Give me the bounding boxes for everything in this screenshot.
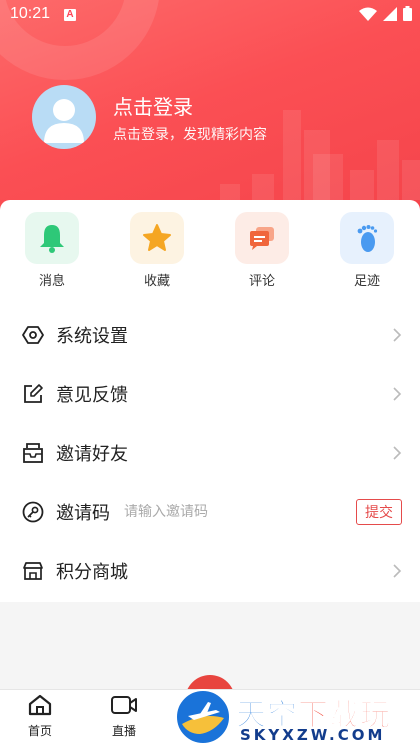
menu-item-label: 邀请码 [56, 502, 110, 524]
footprint-icon [357, 225, 378, 252]
chevron-right-icon [393, 327, 402, 342]
tab-home[interactable]: 首页 [10, 694, 70, 739]
quick-actions: 消息 收藏 评论 足迹 [0, 212, 420, 292]
quick-action-messages[interactable]: 消息 [12, 212, 92, 289]
chevron-right-icon [393, 386, 402, 401]
wifi-icon [359, 7, 377, 21]
menu-item-invite-code: 邀请码 提交 [0, 482, 420, 541]
comment-icon [250, 227, 274, 250]
quick-action-label: 收藏 [143, 274, 170, 289]
watermark-logo-icon [175, 689, 231, 745]
status-time: 10:21 [10, 5, 51, 22]
default-avatar-icon [44, 99, 84, 143]
edit-icon [24, 383, 43, 403]
chevron-right-icon [393, 563, 402, 578]
status-bar: 10:21 A [0, 0, 420, 30]
tab-live[interactable]: 直播 [94, 694, 154, 739]
quick-action-label: 评论 [248, 274, 275, 289]
menu-item-label: 意见反馈 [56, 384, 128, 406]
quick-action-label: 消息 [38, 274, 65, 289]
battery-icon [403, 6, 412, 21]
menu-item-points-mall[interactable]: 积分商城 [0, 541, 420, 600]
login-title[interactable]: 点击登录 [113, 91, 193, 120]
quick-action-footprints[interactable]: 足迹 [327, 212, 407, 289]
video-camera-icon [111, 696, 137, 714]
menu-item-settings[interactable]: 系统设置 [0, 305, 420, 364]
hexagon-settings-icon [22, 325, 44, 344]
tab-label: 首页 [27, 724, 52, 738]
submit-button[interactable]: 提交 [356, 498, 402, 525]
star-icon [143, 224, 171, 251]
content-card: 消息 收藏 评论 足迹 系统设置 意见反馈 邀请好友 邀请码 请输入邀请码 提交… [0, 200, 420, 602]
menu-item-feedback[interactable]: 意见反馈 [0, 364, 420, 423]
home-icon [28, 694, 52, 716]
invite-code-input[interactable] [124, 503, 334, 520]
watermark-domain: SKYXZW.COM [240, 726, 386, 744]
menu-item-label: 邀请好友 [56, 443, 128, 465]
settings-menu: 系统设置 意见反馈 邀请好友 邀请码 请输入邀请码 提交 积分商城 [0, 305, 420, 600]
signal-icon [383, 6, 397, 21]
tab-label: 直播 [111, 724, 136, 738]
quick-action-favorites[interactable]: 收藏 [117, 212, 197, 289]
quick-action-comments[interactable]: 评论 [222, 212, 302, 289]
chevron-right-icon [393, 445, 402, 460]
inbox-icon [23, 442, 43, 463]
avatar[interactable] [32, 85, 96, 149]
key-icon [22, 501, 44, 522]
menu-item-label: 积分商城 [56, 561, 128, 583]
store-icon [23, 561, 43, 580]
bell-icon [40, 225, 64, 253]
notification-badge-icon: A [64, 9, 76, 21]
login-subtitle: 点击登录，发现精彩内容 [113, 127, 267, 143]
quick-action-label: 足迹 [353, 274, 380, 289]
site-watermark: 天空下载玩 SKYXZW.COM [170, 688, 420, 746]
menu-item-label: 系统设置 [56, 325, 128, 347]
menu-item-invite-friends[interactable]: 邀请好友 [0, 423, 420, 482]
